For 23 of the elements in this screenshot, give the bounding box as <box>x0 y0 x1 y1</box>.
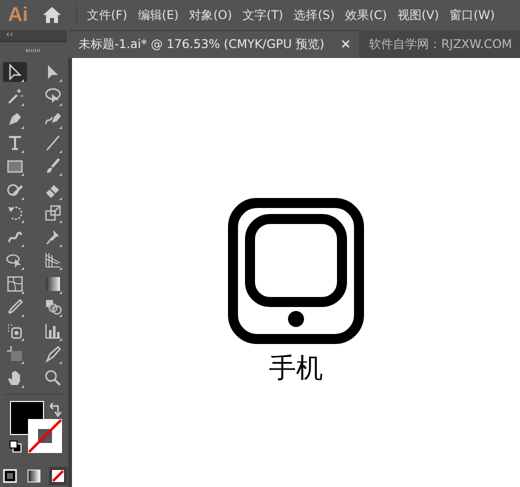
collapse-toggle[interactable]: ‹‹ <box>0 30 66 42</box>
document-tab[interactable]: 未标题-1.ai* @ 176.53% (CMYK/GPU 预览) × <box>68 30 360 58</box>
direct-arrow-tool[interactable] <box>3 62 27 82</box>
document-tab[interactable]: 软件自学网：RJZXW.COM <box>359 30 520 58</box>
caption-text: 手机 <box>269 352 323 386</box>
drag-grip[interactable] <box>26 48 40 52</box>
menu-item[interactable]: 编辑(E) <box>138 6 179 24</box>
close-icon[interactable]: × <box>340 37 352 52</box>
menu-item[interactable]: 视图(V) <box>397 6 440 24</box>
color-mode-button[interactable] <box>1 466 19 484</box>
home-icon[interactable] <box>42 6 62 24</box>
menu-item[interactable]: 对象(O) <box>189 6 232 24</box>
menu-item[interactable]: 选择(S) <box>294 6 335 24</box>
menu-item[interactable]: 窗口(W) <box>450 6 495 24</box>
fill-stroke-swatches[interactable] <box>10 400 62 452</box>
gradient-mode-button[interactable] <box>25 466 43 484</box>
default-colors-icon[interactable] <box>9 440 22 452</box>
app-logo: Ai <box>7 4 29 26</box>
menu-item[interactable]: 效果(C) <box>345 6 387 24</box>
menu-item[interactable]: 文字(T) <box>242 6 284 24</box>
menu-item[interactable]: 文件(F) <box>87 6 128 24</box>
swap-icon[interactable] <box>50 402 62 416</box>
none-mode-button[interactable] <box>49 466 67 484</box>
